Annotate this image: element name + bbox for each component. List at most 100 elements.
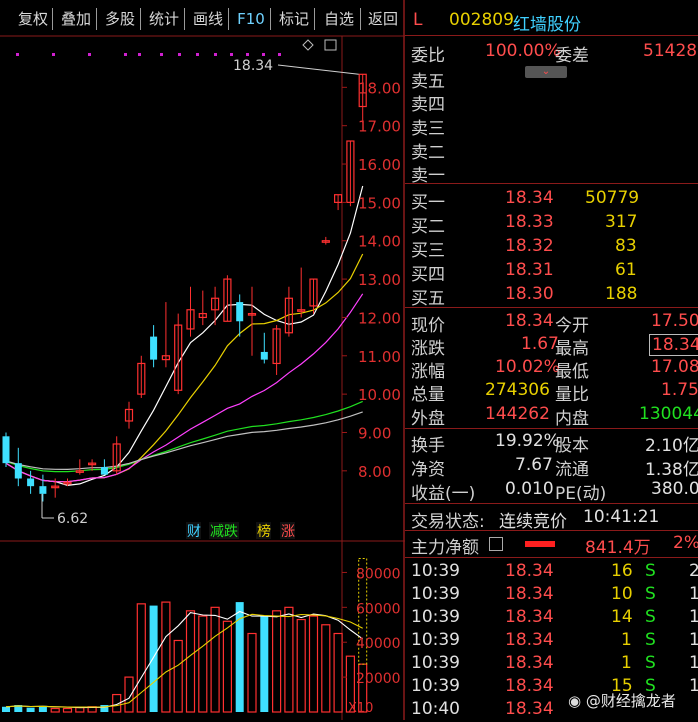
- sell5-label: 卖五: [411, 72, 445, 92]
- list-icon[interactable]: [489, 537, 503, 551]
- stock-header: L 002809 红墙股份: [405, 10, 698, 35]
- tick-time: 10:39: [411, 676, 460, 696]
- total-volume-label: 总量: [411, 385, 445, 405]
- watchlist-button[interactable]: 自选: [318, 8, 361, 30]
- event-tag: 涨: [281, 524, 295, 540]
- tick-price: 18.34: [505, 584, 554, 604]
- grid-dot: [88, 53, 91, 56]
- price-axis-label: 10.00: [358, 386, 401, 404]
- sell-row-2: 卖二: [405, 138, 698, 163]
- sell-row-3: 卖三: [405, 114, 698, 139]
- fund-row-turnover: 换手 19.92% 股本 2.10亿: [405, 431, 698, 456]
- open-value: 17.50: [651, 311, 698, 331]
- candle-body: [27, 478, 35, 487]
- fuquan-button[interactable]: 复权: [14, 8, 53, 30]
- toolbar: 复权 叠加 多股 统计 画线 F10 标记 自选 返回: [0, 0, 405, 36]
- grid-dot: [214, 53, 217, 56]
- tick-time: 10:39: [411, 630, 460, 650]
- buy2-price: 18.33: [505, 212, 554, 232]
- stock-code: 002809: [449, 10, 514, 30]
- price-axis-label: 11.00: [358, 348, 401, 366]
- float-label: 流通: [555, 460, 589, 480]
- stock-name[interactable]: 红墙股份: [513, 10, 581, 35]
- volume-axis-label: 60000: [356, 601, 401, 617]
- tick-direction: S: [645, 607, 656, 627]
- quote-row-volume: 总量 274306 量比 1.75: [405, 380, 698, 405]
- grid-dot: [52, 53, 55, 56]
- outer-label: 外盘: [411, 409, 445, 429]
- buy4-label: 买四: [411, 265, 445, 285]
- weibi-label: 委比: [411, 46, 445, 66]
- back-button[interactable]: 返回: [364, 8, 402, 30]
- eps-value: 0.010: [505, 479, 554, 499]
- trade-status-value: 连续竞价: [499, 512, 567, 532]
- grid-dot: [246, 53, 249, 56]
- main-flow-label: 主力净额: [411, 538, 479, 558]
- tick-direction: S: [645, 584, 656, 604]
- volume-axis-label: 80000: [356, 566, 401, 582]
- change-value: 1.67: [521, 334, 559, 354]
- fund-row-eps: 收益(一) 0.010 PE(动) 380.0: [405, 479, 698, 504]
- event-tag: 榜: [257, 523, 271, 540]
- tick-count: 2: [689, 561, 698, 581]
- draw-line-button[interactable]: 画线: [188, 8, 229, 30]
- net-asset-label: 净资: [411, 460, 445, 480]
- low-value: 17.08: [651, 357, 698, 377]
- pct-label: 涨幅: [411, 362, 445, 382]
- tick-price: 18.34: [505, 607, 554, 627]
- candle-body: [260, 351, 268, 360]
- f10-button[interactable]: F10: [232, 8, 271, 30]
- tick-row: 10:39 18.34 1 S 1: [405, 653, 698, 676]
- price-value: 18.34: [505, 311, 554, 331]
- divider: [405, 428, 698, 429]
- grid-dot: [178, 53, 181, 56]
- fund-row-netasset: 净资 7.67 流通 1.38亿: [405, 455, 698, 480]
- buy1-volume: 50779: [585, 188, 640, 208]
- divider: [405, 307, 698, 308]
- buy4-price: 18.31: [505, 260, 554, 280]
- price-axis-label: 14.00: [358, 233, 401, 251]
- price-axis-label: 17.00: [358, 118, 401, 136]
- overlay-button[interactable]: 叠加: [56, 8, 97, 30]
- watermark: ◉ @财经擒龙者: [568, 690, 676, 711]
- multi-stock-button[interactable]: 多股: [100, 8, 141, 30]
- mark-button[interactable]: 标记: [274, 8, 315, 30]
- capital-value: 2.10亿: [645, 436, 698, 456]
- candle-body: [150, 336, 158, 360]
- buy-row-2: 买二 18.33 317: [405, 212, 698, 237]
- tick-count: 1: [689, 676, 698, 696]
- tick-row: 10:39 18.34 1 S 1: [405, 630, 698, 653]
- flow-bar: [525, 541, 555, 547]
- tick-count: 1: [689, 607, 698, 627]
- capital-label: 股本: [555, 436, 589, 456]
- high-value: 18.34: [649, 334, 698, 356]
- candle-body: [39, 486, 47, 494]
- tick-row: 10:39 18.34 10 S 1: [405, 584, 698, 607]
- stats-button[interactable]: 统计: [144, 8, 185, 30]
- tick-time: 10:40: [411, 699, 460, 719]
- price-axis-label: 8.00: [358, 463, 391, 481]
- low-label: 最低: [555, 362, 589, 382]
- high-price-label: 18.34: [233, 58, 273, 74]
- tick-price: 18.34: [505, 653, 554, 673]
- buy1-price: 18.34: [505, 188, 554, 208]
- kline-chart[interactable]: 18.00 17.00 16.00 15.00 14.00 13.00 12.00 11.00…: [0, 0, 405, 720]
- grid-dot: [230, 53, 233, 56]
- price-axis-label: 16.00: [358, 156, 401, 174]
- sell-row-4: 卖四: [405, 90, 698, 115]
- sell2-label: 卖二: [411, 143, 445, 163]
- price-axis-label: 9.00: [358, 424, 391, 442]
- quote-row-change: 涨跌 1.67 最高 18.34: [405, 334, 698, 359]
- turnover-label: 换手: [411, 436, 445, 456]
- divider: [405, 530, 698, 531]
- candle-body: [100, 466, 108, 475]
- tick-volume: 1: [621, 630, 632, 650]
- volume-bar: [26, 707, 35, 712]
- net-asset-value: 7.67: [515, 455, 553, 475]
- weicha-value: 51428: [643, 41, 698, 61]
- market-tag: L: [413, 10, 423, 30]
- volume-axis-label: 40000: [356, 636, 401, 652]
- pe-label: PE(动): [555, 484, 607, 504]
- volume-unit-label: X10: [348, 701, 373, 716]
- buy2-label: 买二: [411, 217, 445, 237]
